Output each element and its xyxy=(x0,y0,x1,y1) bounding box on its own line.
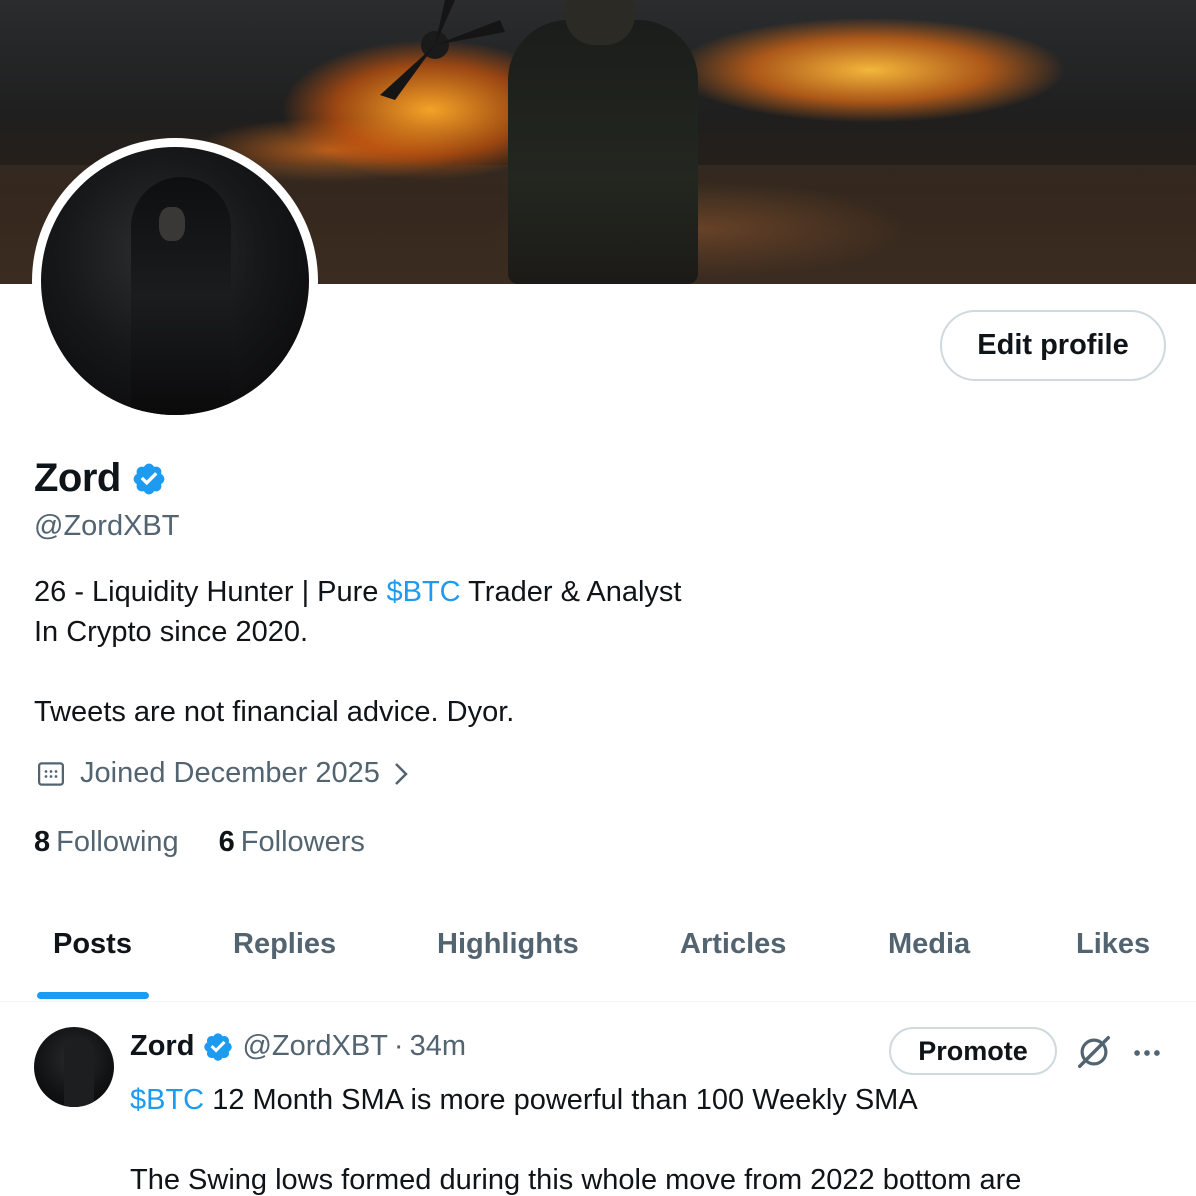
following-count: 8 xyxy=(34,826,51,858)
following-label: Following xyxy=(56,826,179,858)
profile-name: Zord xyxy=(34,456,121,500)
tab-highlights[interactable]: Highlights xyxy=(437,928,579,961)
post-author-name[interactable]: Zord xyxy=(130,1030,194,1063)
profile-handle: @ZordXBT xyxy=(34,510,180,542)
banner-propeller xyxy=(380,0,505,100)
bio-line-1: 26 - Liquidity Hunter | Pure $BTC Trader… xyxy=(34,572,681,612)
post-author-handle[interactable]: @ZordXBT xyxy=(242,1030,387,1063)
tab-replies[interactable]: Replies xyxy=(233,928,336,961)
profile-bio: 26 - Liquidity Hunter | Pure $BTC Trader… xyxy=(34,572,681,732)
post-header: Zord @ZordXBT · 34m xyxy=(130,1030,466,1063)
following-link[interactable]: 8 Following xyxy=(34,826,179,859)
active-tab-indicator xyxy=(37,992,149,999)
post-blank-line xyxy=(130,1120,1021,1160)
bio-line-2: In Crypto since 2020. xyxy=(34,616,309,648)
post-text-line-1: $BTC 12 Month SMA is more powerful than … xyxy=(130,1080,1021,1120)
post-timestamp[interactable]: 34m xyxy=(410,1030,466,1063)
promote-button[interactable]: Promote xyxy=(889,1027,1057,1075)
post-text-line-2: The Swing lows formed during this whole … xyxy=(130,1164,1022,1196)
bio-text: 26 - Liquidity Hunter | Pure xyxy=(34,576,387,608)
cashtag-link[interactable]: $BTC xyxy=(387,576,461,608)
profile-avatar[interactable] xyxy=(41,147,309,415)
followers-link[interactable]: 6 Followers xyxy=(219,826,365,859)
profile-tabs: Posts Replies Highlights Articles Media … xyxy=(0,900,1196,1002)
follow-stats: 8 Following 6 Followers xyxy=(34,826,405,859)
grok-icon[interactable] xyxy=(1075,1033,1113,1071)
post-text: 12 Month SMA is more powerful than 100 W… xyxy=(204,1084,918,1116)
followers-label: Followers xyxy=(240,826,365,858)
post-avatar-figure xyxy=(64,1037,94,1107)
joined-label: Joined December 2025 xyxy=(80,757,380,789)
avatar-face xyxy=(159,207,185,241)
post-author-avatar[interactable] xyxy=(34,1027,114,1107)
bio-text: Trader & Analyst xyxy=(460,576,682,608)
bio-line-3: Tweets are not financial advice. Dyor. xyxy=(34,696,515,728)
verified-badge-icon[interactable] xyxy=(131,461,167,497)
tab-media[interactable]: Media xyxy=(888,928,970,961)
profile-name-row: Zord xyxy=(34,456,167,501)
post-separator: · xyxy=(393,1030,404,1062)
cashtag-link[interactable]: $BTC xyxy=(130,1084,204,1116)
followers-count: 6 xyxy=(218,826,235,858)
chevron-right-icon xyxy=(394,762,408,785)
tab-posts[interactable]: Posts xyxy=(53,928,132,961)
more-options-icon[interactable] xyxy=(1130,1038,1164,1068)
calendar-icon xyxy=(38,761,64,786)
verified-badge-icon[interactable] xyxy=(202,1031,234,1063)
bio-blank-line xyxy=(34,652,681,692)
tab-likes[interactable]: Likes xyxy=(1076,928,1150,961)
edit-profile-button[interactable]: Edit profile xyxy=(940,310,1166,381)
tab-articles[interactable]: Articles xyxy=(680,928,786,961)
joined-date[interactable]: Joined December 2025 xyxy=(36,757,412,790)
post-body: $BTC 12 Month SMA is more powerful than … xyxy=(130,1080,1021,1196)
banner-figure xyxy=(508,20,698,284)
